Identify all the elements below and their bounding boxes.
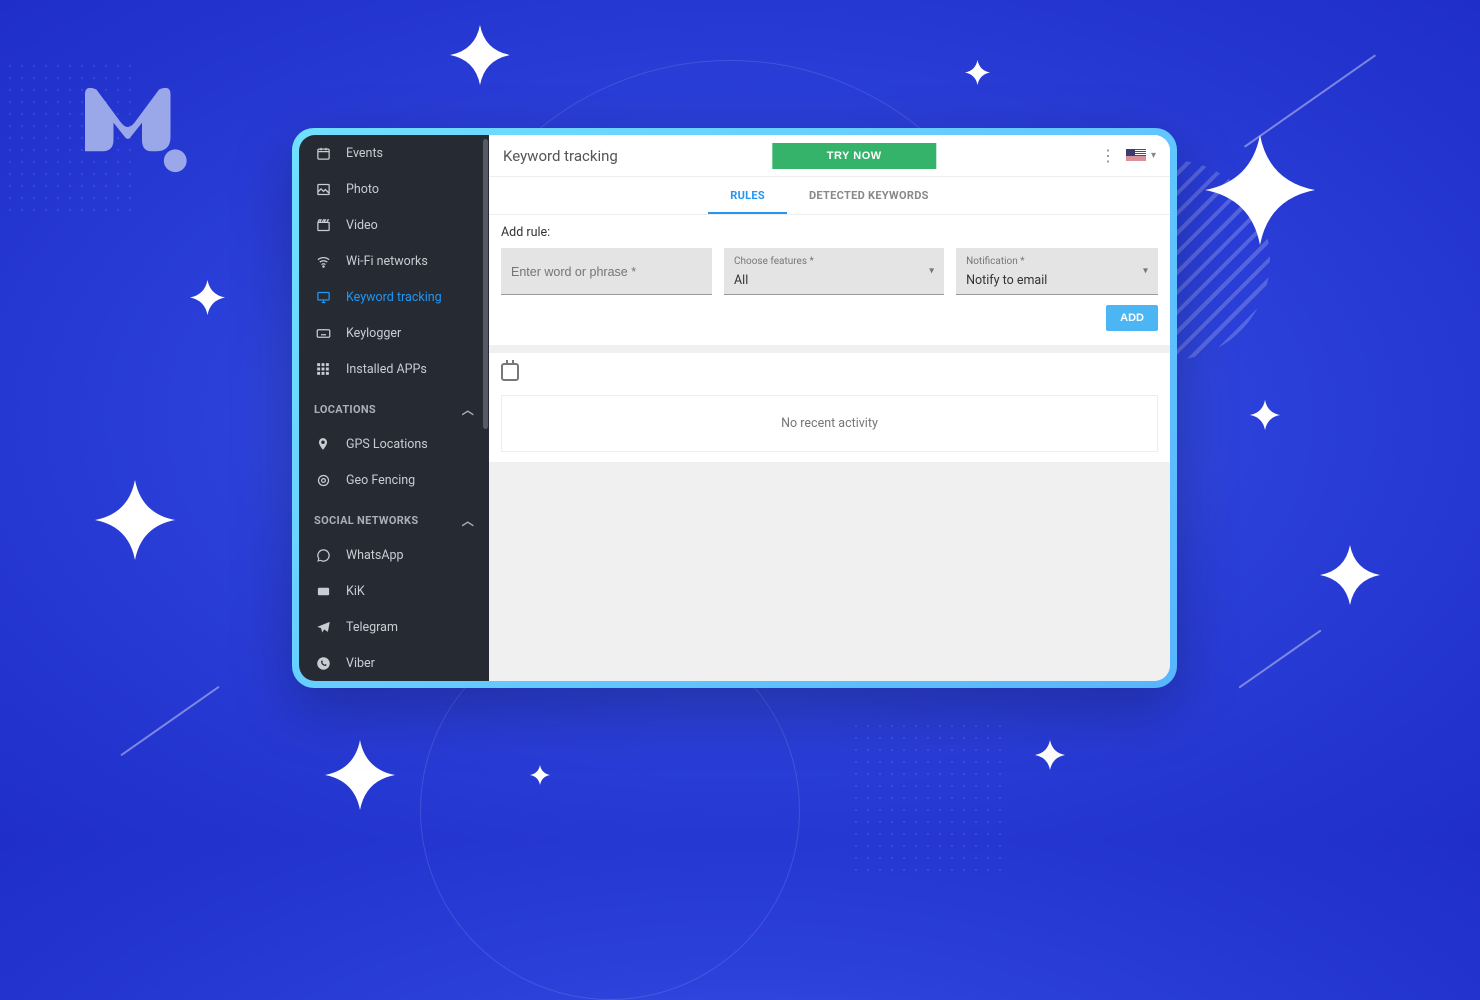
word-phrase-input[interactable] (511, 265, 702, 279)
sidebar-item-label: Telegram (346, 620, 398, 635)
sparkle-icon (190, 280, 225, 315)
add-rule-card: Add rule: Choose features * All ▾ Notifi… (489, 215, 1170, 345)
bg-dots (850, 720, 1010, 880)
target-icon (314, 471, 332, 489)
sparkle-icon (1250, 400, 1280, 430)
sidebar-item-label: Geo Fencing (346, 473, 415, 488)
app-window-inner: Events Photo Video Wi-Fi networks Keywor… (299, 135, 1170, 681)
sidebar-item-photo[interactable]: Photo (299, 171, 489, 207)
chevron-up-icon: ︿ (462, 401, 474, 418)
sidebar-item-events[interactable]: Events (299, 135, 489, 171)
bg-streak (120, 686, 219, 756)
pin-icon (314, 435, 332, 453)
sidebar-item-telegram[interactable]: Telegram (299, 609, 489, 645)
sidebar-section-locations[interactable]: LOCATIONS ︿ (299, 387, 489, 426)
page-header: Keyword tracking TRY NOW ⋮ ▾ (489, 135, 1170, 177)
sidebar-item-label: KiK (346, 584, 365, 599)
viber-icon (314, 654, 332, 672)
add-rule-heading: Add rule: (501, 225, 1158, 240)
sidebar-item-viber[interactable]: Viber (299, 645, 489, 681)
calendar-icon (314, 144, 332, 162)
tabs: RULES DETECTED KEYWORDS (489, 177, 1170, 215)
sidebar-section-title: SOCIAL NETWORKS (314, 514, 418, 527)
keyboard-icon (314, 324, 332, 342)
sparkle-icon (95, 480, 175, 560)
sparkle-icon (1205, 135, 1315, 245)
word-phrase-field[interactable] (501, 248, 712, 295)
image-icon (314, 180, 332, 198)
activity-card: No recent activity (489, 353, 1170, 462)
features-value: All (734, 273, 748, 288)
sparkle-icon (325, 740, 395, 810)
chevron-down-icon: ▾ (1151, 150, 1156, 161)
sidebar-item-installed-apps[interactable]: Installed APPs (299, 351, 489, 387)
bg-streak (1244, 54, 1376, 147)
sidebar-item-keylogger[interactable]: Keylogger (299, 315, 489, 351)
sidebar-item-label: Installed APPs (346, 362, 427, 377)
tab-detected-keywords[interactable]: DETECTED KEYWORDS (787, 177, 951, 214)
sidebar-item-kik[interactable]: KiK (299, 573, 489, 609)
sidebar-item-keyword-tracking[interactable]: Keyword tracking (299, 279, 489, 315)
content-area: Keyword tracking TRY NOW ⋮ ▾ RULES DETEC… (489, 135, 1170, 681)
telegram-icon (314, 618, 332, 636)
sidebar-item-label: Viber (346, 656, 375, 671)
sidebar-item-video[interactable]: Video (299, 207, 489, 243)
add-button[interactable]: ADD (1106, 305, 1158, 331)
sparkle-icon (530, 765, 550, 785)
page-title: Keyword tracking (503, 147, 618, 165)
notification-select[interactable]: Notification * Notify to email ▾ (956, 248, 1158, 295)
sidebar-item-label: WhatsApp (346, 548, 404, 563)
chevron-down-icon: ▾ (1143, 266, 1148, 277)
sparkle-icon (450, 25, 510, 85)
sidebar-item-label: GPS Locations (346, 437, 428, 452)
flag-us-icon (1126, 149, 1146, 162)
app-window: Events Photo Video Wi-Fi networks Keywor… (292, 128, 1177, 688)
features-label: Choose features * (734, 256, 934, 267)
calendar-icon[interactable] (501, 363, 519, 381)
tab-rules[interactable]: RULES (708, 177, 787, 214)
sidebar-scrollbar[interactable] (483, 139, 488, 429)
sparkle-icon (1320, 545, 1380, 605)
sidebar-item-label: Wi-Fi networks (346, 254, 428, 269)
sidebar-item-label: Events (346, 146, 383, 161)
sparkle-icon (965, 60, 990, 85)
sidebar-item-label: Photo (346, 182, 379, 197)
chevron-down-icon: ▾ (929, 266, 934, 277)
clapper-icon (314, 216, 332, 234)
grid-icon (314, 360, 332, 378)
sidebar-section-social-networks[interactable]: SOCIAL NETWORKS ︿ (299, 498, 489, 537)
activity-empty-state: No recent activity (501, 395, 1158, 452)
sidebar[interactable]: Events Photo Video Wi-Fi networks Keywor… (299, 135, 489, 681)
sidebar-item-geo-fencing[interactable]: Geo Fencing (299, 462, 489, 498)
kik-icon (314, 582, 332, 600)
features-select[interactable]: Choose features * All ▾ (724, 248, 944, 295)
sidebar-item-label: Keyword tracking (346, 290, 442, 305)
whatsapp-icon (314, 546, 332, 564)
sidebar-item-label: Video (346, 218, 378, 233)
brand-logo (75, 80, 190, 175)
notification-label: Notification * (966, 256, 1148, 267)
sparkle-icon (1035, 740, 1065, 770)
locale-dropdown[interactable]: ▾ (1126, 149, 1156, 162)
monitor-icon (314, 288, 332, 306)
sidebar-item-gps-locations[interactable]: GPS Locations (299, 426, 489, 462)
bg-streak (1238, 630, 1321, 689)
notification-value: Notify to email (966, 273, 1047, 288)
wifi-icon (314, 252, 332, 270)
sidebar-section-title: LOCATIONS (314, 403, 376, 416)
chevron-up-icon: ︿ (462, 512, 474, 529)
sidebar-item-whatsapp[interactable]: WhatsApp (299, 537, 489, 573)
sidebar-item-label: Keylogger (346, 326, 401, 341)
more-menu-icon[interactable]: ⋮ (1100, 148, 1116, 164)
sidebar-item-wifi[interactable]: Wi-Fi networks (299, 243, 489, 279)
try-now-button[interactable]: TRY NOW (772, 143, 937, 169)
